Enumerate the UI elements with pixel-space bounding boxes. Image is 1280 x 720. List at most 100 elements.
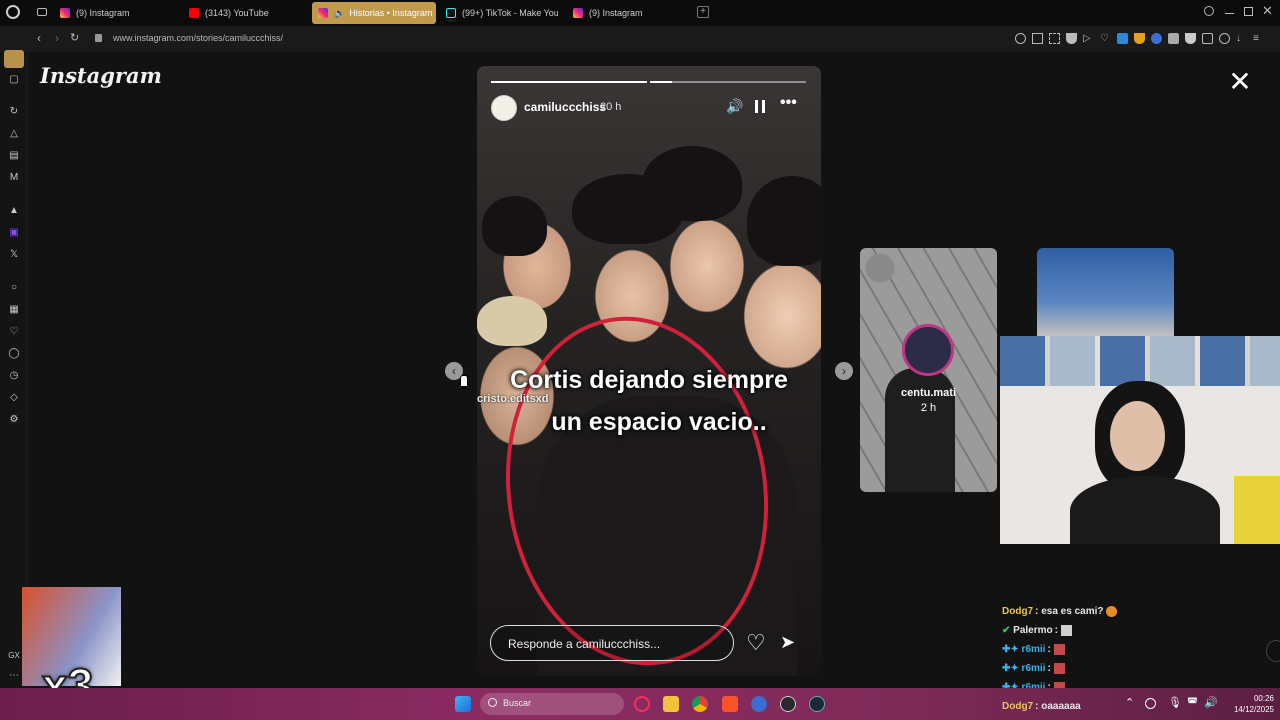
opera-gx-taskbar-icon[interactable] <box>634 696 650 712</box>
speaker-icon: 🔈 <box>334 7 346 18</box>
next-story-preview-1[interactable]: centu.mati 2 h <box>860 248 997 492</box>
emote-icon <box>1060 625 1072 636</box>
twitch-icon[interactable]: ▣ <box>8 227 20 239</box>
pin-icon[interactable] <box>1032 33 1043 44</box>
download-icon[interactable]: ↓ <box>1236 33 1247 44</box>
new-tab-button[interactable]: + <box>697 6 709 18</box>
player-icon[interactable]: ○ <box>8 282 20 294</box>
more-icon[interactable]: ⋯ <box>8 670 20 682</box>
flow-icon[interactable]: △ <box>8 128 20 140</box>
hair-shape <box>642 146 742 221</box>
chat-line: ✚✦ r6mii: <box>1002 644 1065 655</box>
hair-shape <box>747 176 821 266</box>
settings-icon[interactable]: ⚙ <box>8 414 20 426</box>
preview-avatar <box>902 324 954 376</box>
tab-label: (9) Instagram <box>76 8 130 18</box>
chat-line: ✚✦ r6mii: <box>1002 663 1065 674</box>
reload-icon[interactable]: ↻ <box>70 31 79 44</box>
account-icon[interactable] <box>1219 33 1230 44</box>
speed-dial-icon[interactable]: ↻ <box>8 106 20 118</box>
favorites-icon[interactable]: ♡ <box>8 326 20 338</box>
story-avatar[interactable] <box>491 95 517 121</box>
aria-icon[interactable]: ▲ <box>8 205 20 217</box>
gx-control-icon[interactable]: GX <box>8 650 20 662</box>
next-story-arrow-icon[interactable]: › <box>835 362 853 380</box>
minimize-button[interactable] <box>1225 13 1234 14</box>
chrome-icon[interactable] <box>692 696 708 712</box>
hair-shape <box>482 196 547 256</box>
extensions-sidebar-icon[interactable]: ◇ <box>8 392 20 404</box>
instagram-favicon-icon <box>318 8 328 18</box>
pause-icon[interactable] <box>755 100 765 113</box>
story-overlay-text-line1: Cortis dejando siempre <box>510 366 788 394</box>
url-field[interactable]: www.instagram.com/stories/camiluccchiss/ <box>113 33 283 43</box>
extensions-icon[interactable] <box>1202 33 1213 44</box>
taskbar-search[interactable]: Buscar <box>480 693 624 715</box>
story-time: 20 h <box>600 101 622 113</box>
heart-icon[interactable]: ♡ <box>1100 33 1111 44</box>
extension-1-icon[interactable] <box>1117 33 1128 44</box>
tab-overview-icon[interactable] <box>37 8 47 16</box>
volume-icon[interactable]: 🔊 <box>726 98 743 115</box>
tray-app-icon[interactable] <box>1145 698 1156 709</box>
close-window-button[interactable]: ✕ <box>1262 3 1273 19</box>
file-explorer-icon[interactable] <box>663 696 679 712</box>
search-small-icon <box>488 698 497 707</box>
more-options-icon[interactable]: ••• <box>780 94 797 112</box>
shield-icon[interactable] <box>1066 33 1077 44</box>
reply-placeholder: Responde a camiluccchiss... <box>508 637 661 651</box>
controller-icon[interactable]: ▢ <box>8 74 20 86</box>
clock[interactable]: 00:26 14/12/2025 <box>1226 693 1274 715</box>
menu-icon[interactable]: ≡ <box>1253 33 1264 44</box>
tab-youtube[interactable]: (3143) YouTube <box>189 2 309 24</box>
story-username[interactable]: camiluccchiss <box>524 100 606 114</box>
news-icon[interactable]: ▤ <box>8 150 20 162</box>
microphone-icon[interactable]: 🎙 <box>1168 696 1182 709</box>
snapshot-icon[interactable] <box>1049 33 1060 44</box>
steam-icon[interactable] <box>809 696 825 712</box>
edge-handle-icon[interactable] <box>1266 640 1280 662</box>
vpn-icon[interactable] <box>1185 33 1196 44</box>
search-icon[interactable] <box>1204 6 1214 16</box>
tab-tiktok[interactable]: (99+) TikTok - Make Your <box>446 2 558 24</box>
back-icon[interactable]: ‹ <box>37 31 41 45</box>
zoom-icon[interactable] <box>1015 33 1026 44</box>
tab-historias-instagram[interactable]: 🔈 Historias • Instagram <box>312 2 436 24</box>
send-icon[interactable]: ▷ <box>1083 33 1094 44</box>
badge-icon: ✚✦ <box>1002 663 1019 675</box>
story-progress-bar-2 <box>650 81 806 83</box>
extension-3-icon[interactable] <box>1151 33 1162 44</box>
obs-icon[interactable] <box>780 696 796 712</box>
history-icon[interactable]: ◷ <box>8 370 20 382</box>
pinboard-icon[interactable]: ◯ <box>8 348 20 360</box>
apps-icon[interactable]: ▦ <box>8 304 20 316</box>
close-story-button[interactable]: ✕ <box>1228 68 1252 96</box>
ccleaner-icon[interactable] <box>751 696 767 712</box>
home-icon[interactable] <box>4 50 24 68</box>
tab-instagram-2[interactable]: (9) Instagram <box>573 2 693 24</box>
reply-input[interactable]: Responde a camiluccchiss... <box>490 625 734 661</box>
music-icon[interactable]: M <box>8 172 20 184</box>
wifi-icon[interactable]: ◚ <box>1187 696 1198 709</box>
brave-icon[interactable] <box>722 696 738 712</box>
x-twitter-icon[interactable]: 𝕏 <box>8 249 20 261</box>
opera-gx-logo-icon[interactable] <box>6 5 20 19</box>
tray-chevron-icon[interactable]: ⌃ <box>1125 696 1134 709</box>
emote-icon <box>1053 644 1065 655</box>
windows-start-icon[interactable] <box>455 696 471 712</box>
instagram-logo[interactable]: Instagram <box>40 63 162 88</box>
extension-2-icon[interactable] <box>1134 33 1145 44</box>
story-viewer[interactable]: camiluccchiss 20 h 🔊 ••• Cortis dejando … <box>477 66 821 676</box>
next-story-preview-2[interactable] <box>1037 248 1174 338</box>
forward-icon[interactable]: › <box>55 31 59 45</box>
share-send-icon[interactable]: ➤ <box>780 632 795 653</box>
volume-tray-icon[interactable]: 🔊 <box>1204 696 1218 709</box>
face <box>1110 401 1165 471</box>
lock-icon <box>95 34 102 42</box>
badge-icon: ✚✦ <box>1002 644 1019 656</box>
extension-4-icon[interactable] <box>1168 33 1179 44</box>
like-heart-icon[interactable]: ♡ <box>746 630 766 656</box>
tab-instagram-1[interactable]: (9) Instagram <box>60 2 182 24</box>
story-progress-bar-1 <box>491 81 647 83</box>
restore-button[interactable] <box>1244 7 1253 16</box>
